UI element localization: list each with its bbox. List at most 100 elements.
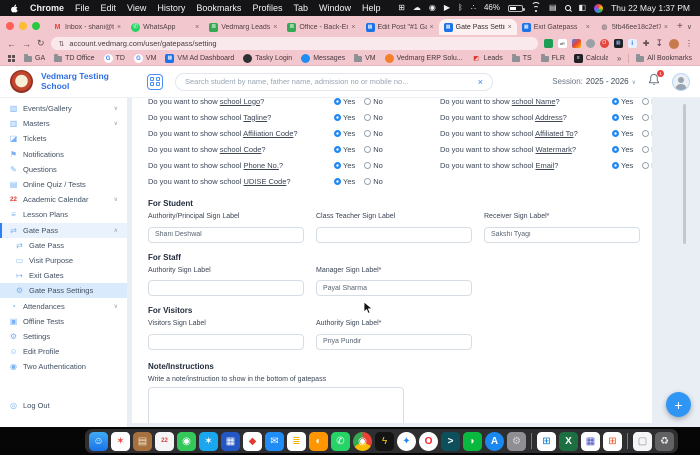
sign-label-input[interactable]	[484, 227, 640, 243]
grid-icon[interactable]: ⊞	[398, 4, 405, 12]
sidebar-item[interactable]: ⚙ Settings	[0, 329, 127, 344]
menu-item[interactable]: Bookmarks	[196, 3, 241, 13]
browser-tab[interactable]: ◍ 5fb46ee18c2ef712	[595, 19, 673, 35]
radio-no[interactable]: No	[364, 113, 383, 122]
radio-yes[interactable]: Yes	[612, 161, 633, 170]
dock-app-icon[interactable]: ◉	[177, 432, 196, 451]
sidebar-item[interactable]: ≡ Lesson Plans	[0, 207, 127, 222]
menu-item[interactable]: Window	[319, 3, 351, 13]
bookmark-item[interactable]: TD Office	[54, 54, 94, 63]
menu-item[interactable]: File	[75, 3, 90, 13]
browser-tab[interactable]: ▦ Gate Pass Setting	[439, 19, 517, 35]
wifi-icon[interactable]	[531, 4, 541, 12]
extension-icon[interactable]	[586, 39, 595, 48]
browser-tab[interactable]: ≣ Office - Back-End (	[282, 19, 360, 35]
extension-icon[interactable]: ▦	[614, 39, 623, 48]
url-bar[interactable]: account.vedmarg.com/user/gatepass/settin…	[51, 37, 538, 50]
dock-app-icon[interactable]: ✶	[199, 432, 218, 451]
bookmark-item[interactable]: VM	[354, 54, 376, 63]
radio-yes[interactable]: Yes	[334, 129, 355, 138]
radio-yes[interactable]: Yes	[334, 145, 355, 154]
back-button[interactable]: ←	[7, 39, 16, 49]
cloud-icon[interactable]: ☁	[413, 4, 421, 12]
dock-app-icon[interactable]: ☺	[89, 432, 108, 451]
extension-icon[interactable]: i	[628, 39, 637, 48]
bookmark-item[interactable]: Vedmarg ERP Solu...	[385, 54, 463, 63]
close-tab-icon[interactable]	[273, 24, 277, 31]
close-tab-icon[interactable]	[664, 24, 668, 31]
minimize-window-button[interactable]	[19, 22, 27, 30]
dots-icon[interactable]: ∴	[471, 4, 476, 12]
menu-item[interactable]: Chrome	[30, 3, 64, 13]
new-tab-button[interactable]	[677, 21, 683, 32]
dock-app-icon[interactable]: ▦	[581, 432, 600, 451]
radio-no[interactable]: No	[364, 161, 383, 170]
dock-app-icon[interactable]: 22	[155, 432, 174, 451]
dock-app-icon[interactable]: >	[441, 432, 460, 451]
radio-yes[interactable]: Yes	[334, 98, 355, 106]
bookmark-item[interactable]: G TD	[104, 54, 125, 63]
close-tab-icon[interactable]	[351, 24, 355, 31]
dock-app-icon[interactable]: O	[419, 432, 438, 451]
dock-app-icon[interactable]	[531, 433, 532, 449]
maximize-window-button[interactable]	[32, 22, 40, 30]
browser-tab[interactable]: ≣ Vedmarg Leads & F	[204, 19, 282, 35]
radio-no[interactable]: No	[642, 145, 652, 154]
radio-no[interactable]: No	[364, 145, 383, 154]
note-textarea[interactable]	[148, 387, 404, 424]
user-avatar[interactable]	[672, 73, 690, 91]
browser-tab[interactable]: M Inbox - shani@tec	[48, 19, 126, 35]
radio-yes[interactable]: Yes	[334, 161, 355, 170]
apps-grid-icon[interactable]	[8, 55, 15, 62]
radio-no[interactable]: No	[642, 113, 652, 122]
sidebar-item[interactable]: ⚑ Notifications	[0, 147, 127, 162]
search-input[interactable]	[185, 77, 478, 86]
bookmark-item[interactable]: TS	[512, 54, 532, 63]
tab-search-icon[interactable]	[687, 23, 692, 31]
bookmark-item[interactable]: FLR	[541, 54, 565, 63]
extension-icon[interactable]	[572, 39, 581, 48]
sidebar-item[interactable]: ◉ Two Authentication	[0, 359, 127, 374]
dock-app-icon[interactable]: ◆	[243, 432, 262, 451]
sidebar-item[interactable]: ◔ Attendances ∨	[0, 298, 127, 313]
control-center-icon[interactable]: ◧	[579, 4, 587, 12]
bookmark-item[interactable]: G VM	[134, 54, 157, 63]
browser-tab[interactable]: ▦ Exit Gatepass	[517, 19, 595, 35]
dock-app-icon[interactable]: ◗	[463, 432, 482, 451]
modules-grid-icon[interactable]	[147, 74, 163, 90]
dock-app-icon[interactable]: ▤	[133, 432, 152, 451]
clear-search-icon[interactable]	[478, 77, 483, 87]
dock-app-icon[interactable]: ✦	[397, 432, 416, 451]
close-tab-icon[interactable]	[195, 24, 199, 31]
dock-app-icon[interactable]: ⊞	[603, 432, 622, 451]
sidebar-item[interactable]: ▣ Offline Tests	[0, 314, 127, 329]
close-window-button[interactable]	[6, 22, 14, 30]
download-icon[interactable]	[655, 38, 663, 49]
radio-no[interactable]: No	[364, 98, 383, 106]
sidebar-item[interactable]: ⚙ Gate Pass Settings	[0, 283, 127, 298]
sidebar-item-logout[interactable]: Log Out	[0, 398, 127, 413]
dock-app-icon[interactable]: ◐	[309, 432, 328, 451]
menu-item[interactable]: View	[127, 3, 146, 13]
extensions-puzzle-icon[interactable]	[643, 39, 650, 48]
sidebar-item[interactable]: ⇄ Gate Pass ∧	[0, 223, 127, 238]
scrollbar-thumb[interactable]	[683, 104, 686, 244]
all-bookmarks[interactable]: All Bookmarks	[636, 55, 692, 62]
sidebar-item[interactable]: ▧ Events/Gallery ∨	[0, 101, 127, 116]
school-logo[interactable]	[10, 70, 33, 93]
bluetooth-icon[interactable]: ᛒ	[458, 4, 463, 12]
dock-app-icon[interactable]: ♻	[655, 432, 674, 451]
dock-app-icon[interactable]: ≣	[287, 432, 306, 451]
extension-icon[interactable]: O	[600, 39, 609, 48]
sidebar-item[interactable]: ▭ Visit Purpose	[0, 253, 127, 268]
bookmark-item[interactable]: ◩ Leads	[472, 54, 503, 63]
dock-app-icon[interactable]: ▦	[221, 432, 240, 451]
chrome-menu-icon[interactable]	[685, 39, 693, 48]
dock-app-icon[interactable]: ϟ	[375, 432, 394, 451]
sidebar-item[interactable]: ⇄ Gate Pass	[0, 238, 127, 253]
bookmark-item[interactable]: ≡ Calculator	[574, 54, 608, 63]
dock-app-icon[interactable]: ◉	[353, 432, 372, 451]
site-info-icon[interactable]	[59, 40, 65, 48]
browser-tab[interactable]: ▦ Edit Post "#1 Gate	[361, 19, 439, 35]
bookmark-item[interactable]: Tasky Login	[243, 54, 292, 63]
